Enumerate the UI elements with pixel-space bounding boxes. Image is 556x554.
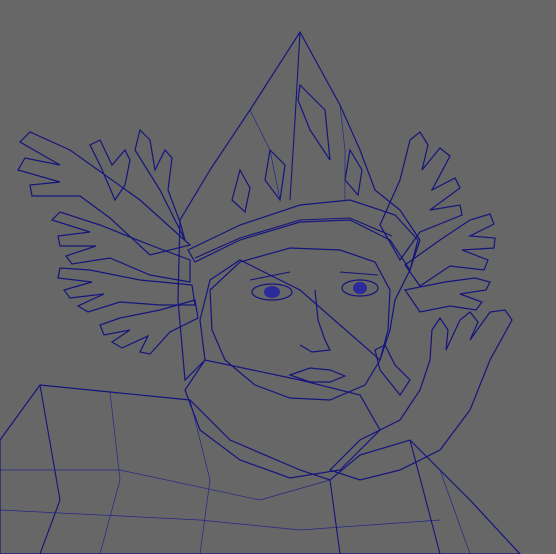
left-hand-wing[interactable] (17, 128, 199, 355)
right-hand-2 (404, 213, 496, 287)
right-hand-raised (328, 309, 513, 481)
right-eye (341, 279, 379, 297)
left-hand-4 (99, 299, 199, 355)
left-hand-2 (50, 211, 191, 283)
cloak-mesh[interactable] (0, 384, 521, 554)
right-hand-1 (379, 131, 463, 262)
3d-viewport[interactable] (0, 0, 556, 554)
left-eye (251, 283, 293, 301)
right-hand-wing[interactable] (328, 131, 513, 481)
helmet-mesh[interactable] (177, 30, 421, 382)
left-hand-5 (89, 128, 186, 241)
face-mesh[interactable] (209, 247, 391, 401)
neck-mesh[interactable] (184, 359, 381, 479)
wireframe-model[interactable] (0, 0, 556, 554)
